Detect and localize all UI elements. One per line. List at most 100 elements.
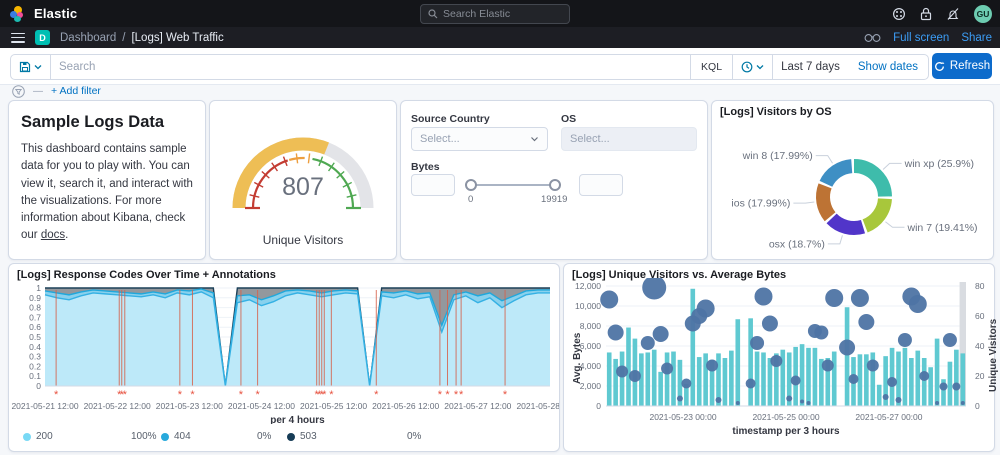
- annotation-marker[interactable]: *: [374, 389, 379, 401]
- bubble[interactable]: [825, 289, 843, 307]
- full-screen-button[interactable]: Full screen: [893, 32, 949, 44]
- bubble[interactable]: [896, 397, 902, 403]
- bar[interactable]: [813, 348, 818, 406]
- bar[interactable]: [806, 348, 811, 406]
- bubble[interactable]: [697, 300, 715, 318]
- saved-query-menu-button[interactable]: [11, 55, 50, 79]
- bubble[interactable]: [641, 336, 655, 350]
- legend-item-200[interactable]: 200: [23, 431, 53, 442]
- annotation-marker[interactable]: *: [255, 389, 260, 401]
- bubble[interactable]: [762, 316, 778, 332]
- bubble[interactable]: [770, 355, 782, 367]
- search-input[interactable]: Search: [51, 61, 690, 73]
- bubble[interactable]: [822, 360, 834, 372]
- bubble[interactable]: [600, 291, 618, 309]
- bytes-slider-track[interactable]: [471, 184, 555, 186]
- docs-link[interactable]: docs: [41, 229, 65, 241]
- global-search-input[interactable]: Search Elastic: [420, 4, 570, 24]
- bytes-slider-handle-min[interactable]: [465, 179, 477, 191]
- bar[interactable]: [800, 344, 805, 406]
- bubble[interactable]: [746, 379, 756, 389]
- time-picker-menu-button[interactable]: [733, 55, 772, 79]
- bubble[interactable]: [750, 336, 764, 350]
- bubble[interactable]: [681, 379, 691, 389]
- kql-toggle[interactable]: KQL: [691, 61, 732, 73]
- bar[interactable]: [890, 348, 895, 406]
- alerts-bell-icon[interactable]: [946, 7, 960, 21]
- bubble[interactable]: [653, 326, 669, 342]
- panel-visitors-by-os[interactable]: [Logs] Visitors by OS win xp (25.9%)win …: [711, 100, 994, 260]
- bubble[interactable]: [858, 314, 874, 330]
- bubble[interactable]: [943, 333, 957, 347]
- bubble[interactable]: [755, 288, 773, 306]
- bar[interactable]: [658, 372, 663, 406]
- bubble[interactable]: [940, 383, 948, 391]
- lock-icon[interactable]: [920, 7, 932, 21]
- bar[interactable]: [915, 351, 920, 406]
- annotation-marker[interactable]: *: [322, 389, 327, 401]
- legend-item-503[interactable]: 503: [287, 431, 317, 442]
- bytes-min-input[interactable]: [411, 174, 455, 196]
- annotation-marker[interactable]: *: [54, 389, 59, 401]
- dashboard-app-badge[interactable]: D: [35, 30, 50, 45]
- bubble[interactable]: [706, 360, 718, 372]
- bytes-slider-handle-max[interactable]: [549, 179, 561, 191]
- bar[interactable]: [768, 358, 773, 406]
- bubble[interactable]: [867, 360, 879, 372]
- breadcrumb-dashboard[interactable]: Dashboard: [60, 32, 116, 44]
- panel-response-codes[interactable]: [Logs] Response Codes Over Time + Annota…: [8, 263, 560, 452]
- bubble[interactable]: [961, 401, 965, 405]
- bubble[interactable]: [807, 401, 811, 405]
- bar[interactable]: [671, 352, 676, 406]
- bubble[interactable]: [629, 370, 641, 382]
- annotation-marker[interactable]: *: [178, 389, 183, 401]
- bar[interactable]: [845, 307, 850, 406]
- bubble[interactable]: [791, 376, 801, 386]
- bar[interactable]: [832, 352, 837, 406]
- bar[interactable]: [755, 352, 760, 406]
- bubble[interactable]: [608, 325, 624, 341]
- deployment-icon[interactable]: [892, 7, 906, 21]
- bubble[interactable]: [814, 326, 828, 340]
- bar[interactable]: [626, 328, 631, 406]
- bar[interactable]: [909, 358, 914, 406]
- bytes-max-input[interactable]: [579, 174, 623, 196]
- filter-icon[interactable]: [12, 85, 25, 98]
- user-avatar[interactable]: GU: [974, 5, 992, 23]
- annotation-marker[interactable]: *: [329, 389, 334, 401]
- bar[interactable]: [903, 348, 908, 406]
- panel-unique-visitors-gauge[interactable]: 807 Unique Visitors: [209, 100, 397, 260]
- bubble[interactable]: [898, 333, 912, 347]
- bubble[interactable]: [887, 377, 897, 387]
- bar[interactable]: [761, 352, 766, 406]
- bar[interactable]: [665, 352, 670, 406]
- os-select[interactable]: Select...: [561, 127, 697, 151]
- annotation-marker[interactable]: *: [190, 389, 195, 401]
- legend-item-404[interactable]: 404: [161, 431, 191, 442]
- bar[interactable]: [877, 385, 882, 406]
- bar[interactable]: [960, 353, 965, 406]
- annotation-marker[interactable]: *: [438, 389, 443, 401]
- bar[interactable]: [639, 353, 644, 406]
- bubble[interactable]: [919, 371, 929, 381]
- share-button[interactable]: Share: [961, 32, 992, 44]
- annotation-marker[interactable]: *: [445, 389, 450, 401]
- bar[interactable]: [703, 353, 708, 406]
- bar[interactable]: [922, 358, 927, 406]
- bubble[interactable]: [849, 374, 859, 384]
- bar[interactable]: [690, 289, 695, 406]
- bar[interactable]: [652, 350, 657, 406]
- menu-hamburger-icon[interactable]: [11, 33, 25, 43]
- bar[interactable]: [954, 350, 959, 406]
- annotation-marker[interactable]: *: [459, 389, 464, 401]
- show-dates-button[interactable]: Show dates: [848, 61, 928, 73]
- bubble[interactable]: [883, 394, 889, 400]
- bar[interactable]: [748, 318, 753, 406]
- time-range-value[interactable]: Last 7 days: [773, 61, 848, 73]
- bar[interactable]: [607, 352, 612, 406]
- bar[interactable]: [948, 362, 953, 406]
- bubble[interactable]: [851, 289, 869, 307]
- bubble[interactable]: [661, 363, 673, 375]
- bar[interactable]: [697, 357, 702, 406]
- bar[interactable]: [729, 351, 734, 406]
